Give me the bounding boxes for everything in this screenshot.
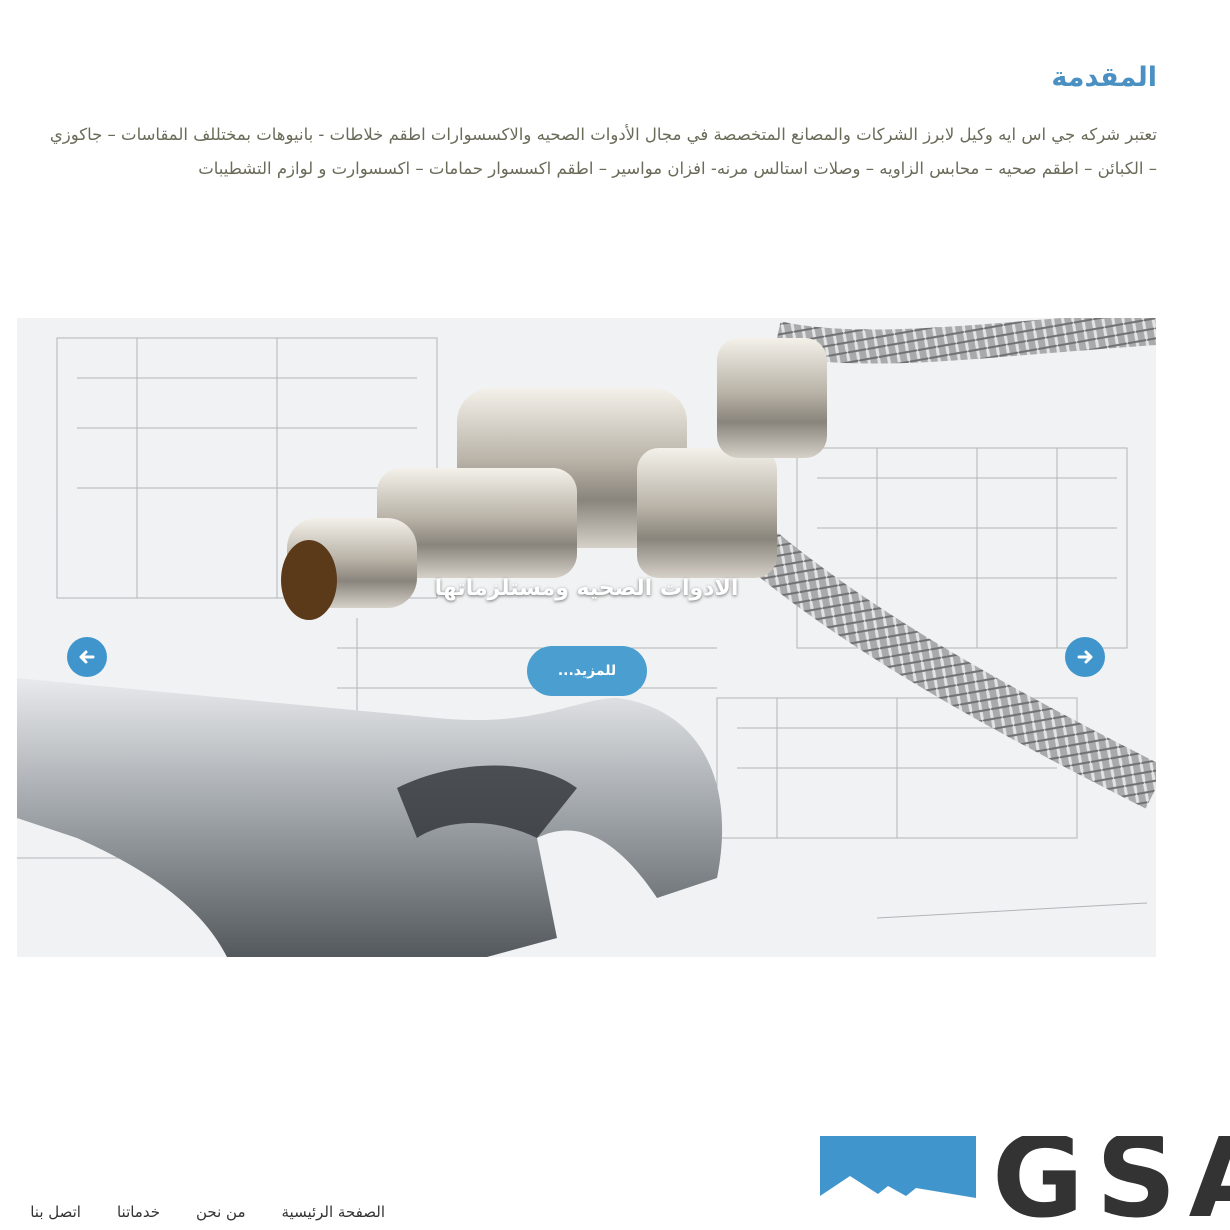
read-more-button[interactable]: للمزيد... [527,646,647,696]
arrow-right-icon [1077,650,1093,664]
intro-text: تعتبر شركه جي اس ايه وكيل لابرز الشركات … [49,125,1157,178]
slide-image [17,318,1156,957]
footer-nav: الصفحة الرئيسية من نحن خدماتنا اتصل بنا [30,1203,385,1221]
slider-prev-button[interactable] [67,637,107,677]
intro-title: المقدمة [1051,62,1157,93]
nav-services-link[interactable]: خدماتنا [117,1203,160,1221]
company-logo[interactable]: GSA [820,1136,1230,1230]
nav-contact-link[interactable]: اتصل بنا [30,1203,81,1221]
arrow-left-icon [79,650,95,664]
logo-mark-icon [820,1136,976,1230]
hero-slider[interactable]: الادوات الصحيه ومستلزماتها للمزيد... [17,318,1156,957]
nav-home-link[interactable]: الصفحة الرئيسية [282,1203,386,1221]
nav-about-link[interactable]: من نحن [196,1203,246,1221]
logo-text: GSA [992,1136,1230,1230]
slide-caption: الادوات الصحيه ومستلزماتها [434,576,739,601]
slider-next-button[interactable] [1065,637,1105,677]
